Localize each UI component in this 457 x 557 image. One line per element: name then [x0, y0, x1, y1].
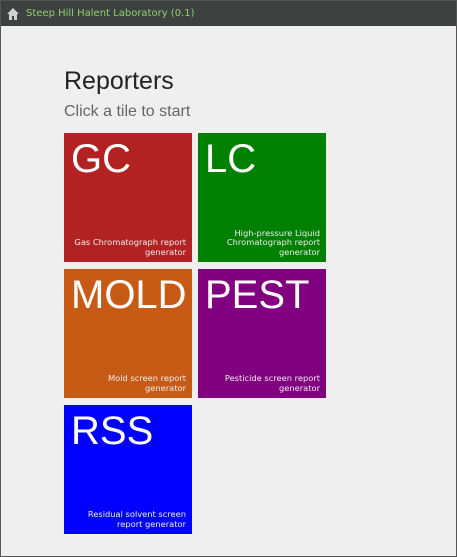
tile-gc[interactable]: GC Gas Chromatograph report generator — [64, 133, 192, 262]
tile-label: PEST — [205, 273, 310, 317]
tile-description: High-pressure Liquid Chromatograph repor… — [226, 227, 320, 257]
tile-lc[interactable]: LC High-pressure Liquid Chromatograph re… — [198, 133, 326, 262]
home-icon[interactable] — [6, 7, 20, 21]
tile-label: GC — [71, 137, 131, 181]
tile-pest[interactable]: PEST Pesticide screen report generator — [198, 269, 326, 398]
tile-label: LC — [205, 137, 257, 181]
tile-label: RSS — [71, 409, 154, 453]
tile-description: Pesticide screen report generator — [224, 373, 320, 393]
tile-description: Mold screen report generator — [107, 373, 186, 393]
page-subtitle: Click a tile to start — [64, 103, 191, 120]
tile-description: Residual solvent screen report generator — [87, 509, 186, 529]
window-title: Steep Hill Halent Laboratory (0.1) — [26, 8, 195, 19]
tile-label: MOLD — [71, 273, 187, 317]
tile-description: Gas Chromatograph report generator — [74, 237, 186, 257]
app-window: Steep Hill Halent Laboratory (0.1) Repor… — [0, 0, 457, 557]
page-title: Reporters — [64, 67, 174, 95]
tile-mold[interactable]: MOLD Mold screen report generator — [64, 269, 192, 398]
tile-rss[interactable]: RSS Residual solvent screen report gener… — [64, 405, 192, 534]
title-bar: Steep Hill Halent Laboratory (0.1) — [1, 1, 456, 26]
